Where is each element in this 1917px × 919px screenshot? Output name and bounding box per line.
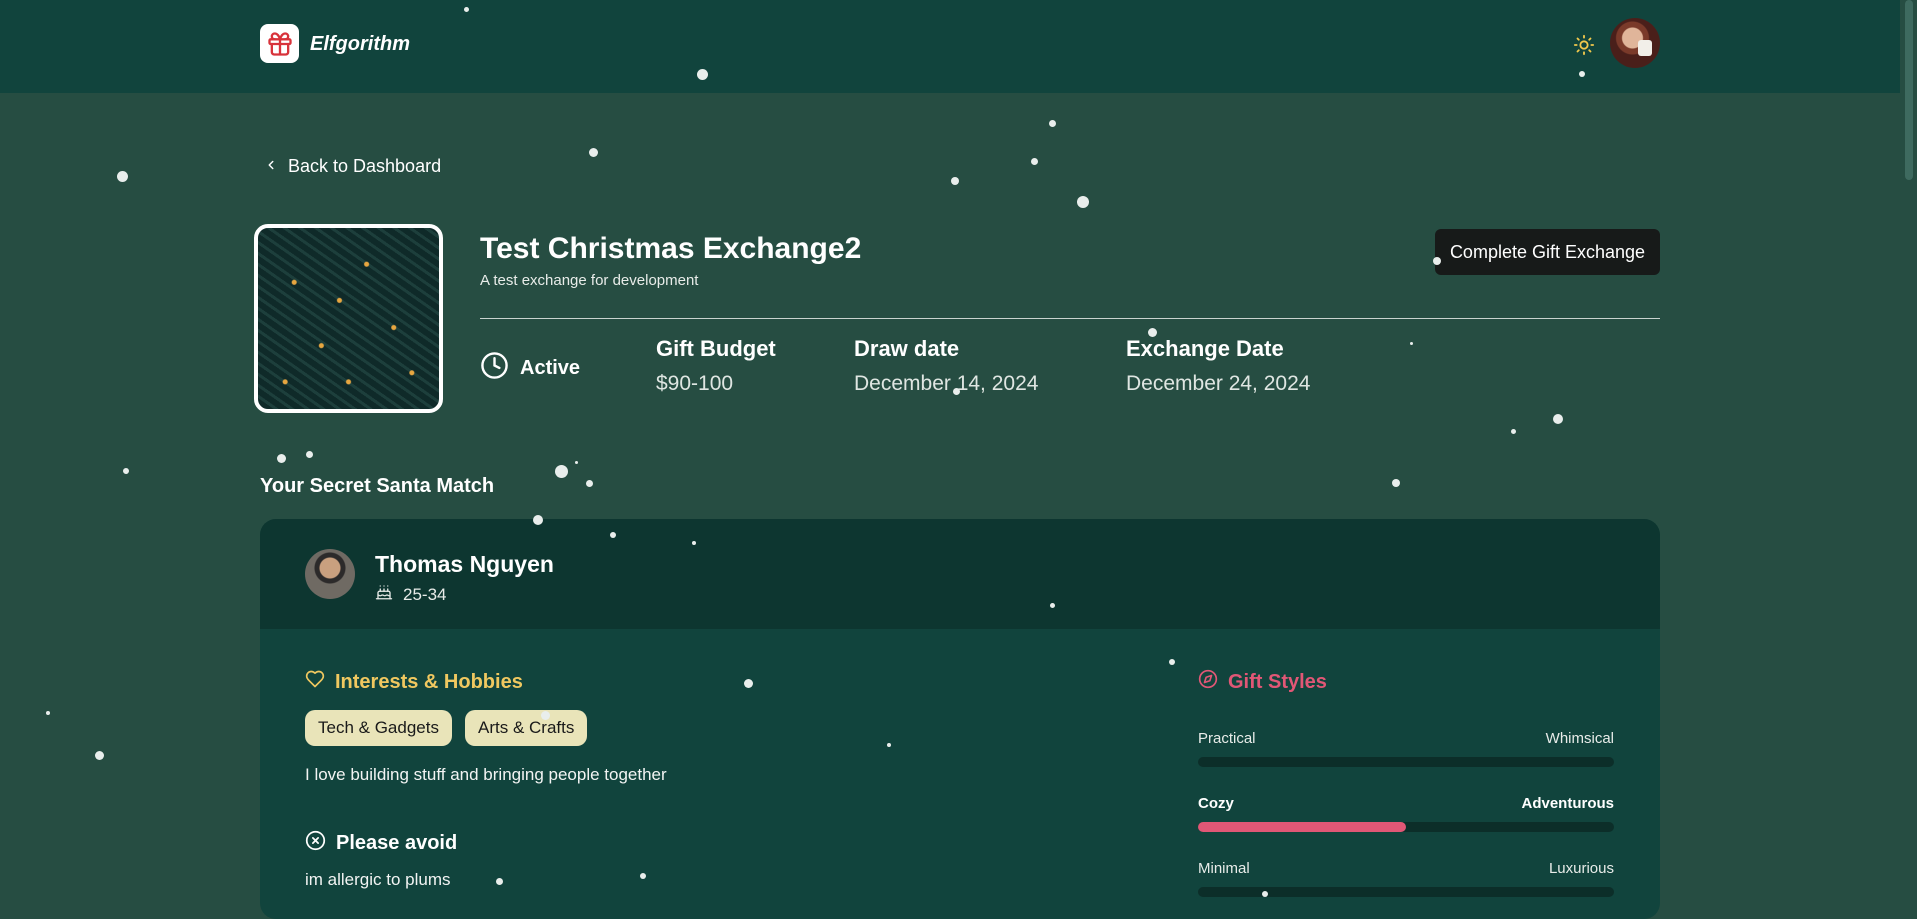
snowflake [1048, 119, 1056, 127]
slider-track [1198, 822, 1614, 832]
snowflake [952, 387, 960, 395]
exchange-image [254, 224, 443, 413]
snowflake [951, 177, 959, 185]
slider-left-label: Practical [1198, 730, 1256, 747]
snowflake [1433, 257, 1441, 265]
gift-budget-value: $90-100 [656, 372, 734, 395]
snowflake [696, 68, 708, 80]
snowflake [692, 541, 696, 545]
snowflake [1392, 479, 1400, 487]
user-avatar[interactable] [1610, 18, 1660, 68]
interests-title: Interests & Hobbies [335, 670, 523, 693]
snowflake [1147, 327, 1157, 337]
snowflake [1049, 602, 1055, 608]
gift-icon[interactable] [260, 24, 299, 63]
cake-icon [375, 583, 393, 606]
gift-style-slider-practical: Practical Whimsical [1198, 730, 1614, 767]
exchange-title: Test Christmas Exchange2 [480, 232, 862, 265]
snowflake [495, 877, 503, 885]
gift-style-slider-cozy: Cozy Adventurous [1198, 795, 1614, 832]
gift-styles-title: Gift Styles [1228, 670, 1327, 693]
snowflake [533, 515, 543, 525]
status-label: Active [520, 357, 581, 379]
avoid-title: Please avoid [336, 832, 458, 854]
interests-heading: Interests & Hobbies [305, 669, 523, 695]
slider-left-label: Cozy [1198, 795, 1234, 812]
snowflake [574, 460, 578, 464]
x-circle-icon [305, 830, 326, 857]
sun-icon[interactable] [1573, 34, 1595, 61]
snowflake [610, 532, 616, 538]
snowflake [123, 468, 129, 474]
snowflake [94, 750, 104, 760]
snowflake [1510, 428, 1516, 434]
gift-budget-label: Gift Budget [656, 336, 776, 361]
snowflake [1262, 891, 1268, 897]
exchange-date-value: December 24, 2024 [1126, 372, 1311, 395]
snowflake [463, 6, 469, 12]
compass-icon [1198, 669, 1218, 695]
snowflake [1030, 157, 1038, 165]
snowflake [1409, 341, 1413, 345]
snowflake [46, 711, 50, 715]
snowflake [1553, 414, 1563, 424]
draw-date-label: Draw date [854, 336, 960, 361]
snowflake [116, 170, 128, 182]
interest-tag: Arts & Crafts [465, 710, 588, 746]
match-age: 25-34 [375, 583, 446, 606]
snowflake [276, 453, 286, 463]
back-to-dashboard-link[interactable]: Back to Dashboard [264, 156, 441, 177]
snowflake [540, 710, 550, 720]
snowflake [588, 147, 598, 157]
slider-right-label: Adventurous [1521, 795, 1614, 812]
snowflake [1077, 196, 1089, 208]
back-link-label: Back to Dashboard [288, 156, 442, 176]
snowflake [305, 450, 313, 458]
snowflake [1169, 659, 1175, 665]
match-header: Thomas Nguyen 25-34 [260, 519, 1660, 629]
page-scrollbar[interactable] [1900, 0, 1917, 902]
snowflake [585, 479, 593, 487]
brand-name[interactable]: Elfgorithm [310, 33, 410, 56]
snowflake [887, 743, 891, 747]
snowflake [640, 873, 646, 879]
clock-icon [480, 351, 509, 386]
divider [480, 318, 1660, 319]
age-range: 25-34 [403, 584, 447, 604]
slider-left-label: Minimal [1198, 860, 1250, 877]
avoid-heading: Please avoid [305, 830, 457, 857]
snowflake [1579, 71, 1585, 77]
match-card: Thomas Nguyen 25-34 Interests & Hobbies … [260, 519, 1660, 919]
exchange-description: A test exchange for development [480, 272, 699, 289]
interests-description: I love building stuff and bringing peopl… [305, 765, 667, 784]
match-name: Thomas Nguyen [375, 551, 554, 577]
top-navbar: Elfgorithm [0, 0, 1917, 93]
status-indicator: Active [480, 351, 580, 386]
slider-track [1198, 757, 1614, 767]
slider-right-label: Whimsical [1545, 730, 1614, 747]
snowflake [743, 678, 753, 688]
slider-track [1198, 887, 1614, 897]
heart-icon [305, 669, 325, 695]
chevron-left-icon [264, 156, 278, 177]
scrollbar-thumb[interactable] [1905, 0, 1913, 180]
match-avatar [305, 549, 355, 599]
complete-gift-exchange-button[interactable]: Complete Gift Exchange [1435, 229, 1660, 275]
interest-tag: Tech & Gadgets [305, 710, 452, 746]
snowflake [554, 464, 568, 478]
exchange-date-label: Exchange Date [1126, 336, 1284, 361]
gift-style-slider-minimal: Minimal Luxurious [1198, 860, 1614, 897]
slider-right-label: Luxurious [1548, 860, 1614, 877]
gift-styles-heading: Gift Styles [1198, 669, 1327, 695]
avoid-description: im allergic to plums [305, 870, 451, 889]
section-title: Your Secret Santa Match [260, 475, 495, 497]
draw-date-value: December 14, 2024 [854, 372, 1039, 395]
